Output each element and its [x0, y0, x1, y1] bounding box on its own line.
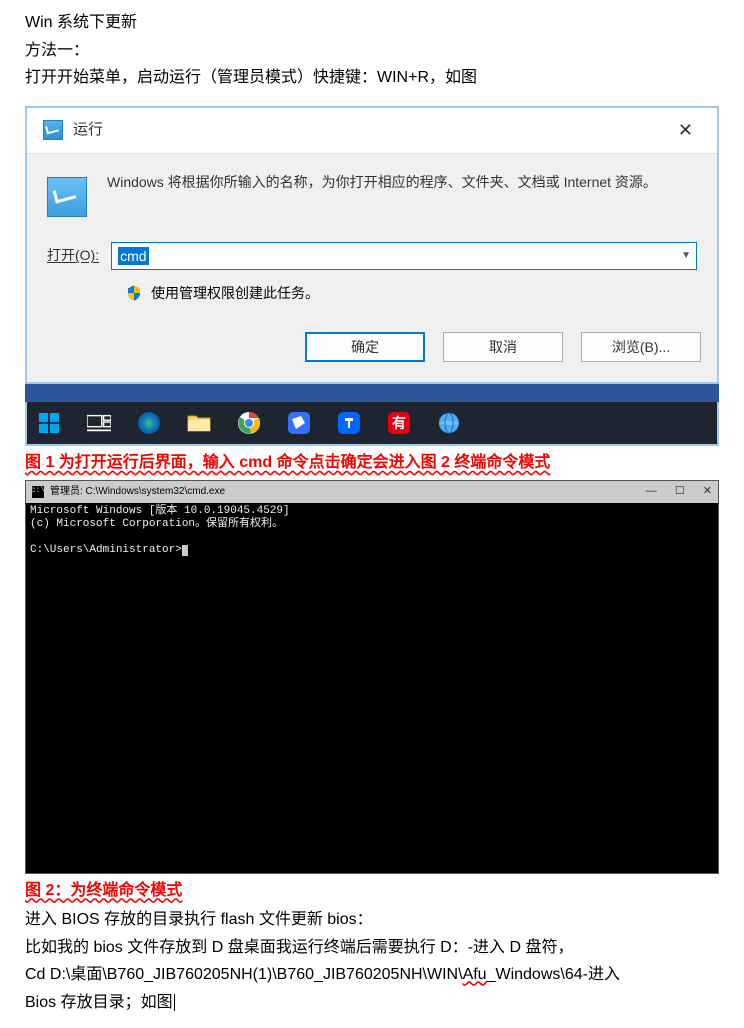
run-icon-large — [47, 177, 87, 217]
ok-button[interactable]: 确定 — [305, 332, 425, 362]
chevron-down-icon[interactable]: ▼ — [681, 248, 691, 264]
start-icon[interactable] — [37, 411, 61, 435]
browse-button[interactable]: 浏览(B)... — [581, 332, 701, 362]
cancel-button[interactable]: 取消 — [443, 332, 563, 362]
run-icon — [43, 120, 63, 140]
open-input-value: cmd — [118, 247, 148, 265]
edge-icon[interactable] — [137, 411, 161, 435]
taskbar: 有 — [25, 402, 719, 446]
todesk-icon[interactable] — [337, 411, 361, 435]
maximize-icon[interactable]: ☐ — [675, 483, 685, 501]
figure-2-caption: 图 2：为终端命令模式 — [25, 878, 719, 904]
feishu-icon[interactable] — [287, 411, 311, 435]
svg-text:有: 有 — [392, 415, 406, 431]
run-titlebar: 运行 ✕ — [27, 108, 717, 154]
cmd-window: c:\ 管理员: C:\Windows\system32\cmd.exe — ☐… — [25, 480, 719, 874]
minimize-icon[interactable]: — — [646, 483, 657, 501]
open-combobox[interactable]: cmd ▼ — [111, 242, 697, 270]
youdao-icon[interactable]: 有 — [387, 411, 411, 435]
explorer-icon[interactable] — [187, 411, 211, 435]
doc-bios-instruction-2: 比如我的 bios 文件存放到 D 盘桌面我运行终端后需要执行 D：-进入 D … — [25, 935, 719, 961]
cmd-icon: c:\ — [32, 486, 44, 498]
run-description: Windows 将根据你所输入的名称，为你打开相应的程序、文件夹、文档或 Int… — [107, 172, 657, 193]
globe-icon[interactable] — [437, 411, 461, 435]
admin-text: 使用管理权限创建此任务。 — [151, 282, 319, 304]
run-dialog: 运行 ✕ Windows 将根据你所输入的名称，为你打开相应的程序、文件夹、文档… — [25, 106, 719, 384]
doc-bios-instruction-1: 进入 BIOS 存放的目录执行 flash 文件更新 bios： — [25, 907, 719, 933]
doc-method-label: 方法一： — [25, 38, 719, 64]
task-view-icon[interactable] — [87, 411, 111, 435]
close-icon[interactable]: ✕ — [703, 483, 712, 501]
chrome-icon[interactable] — [237, 411, 261, 435]
shield-icon — [125, 284, 143, 302]
figure-1-caption: 图 1 为打开运行后界面，输入 cmd 命令点击确定会进入图 2 终端命令模式 — [25, 450, 719, 476]
doc-heading: Win 系统下更新 — [25, 10, 719, 36]
cmd-output[interactable]: Microsoft Windows [版本 10.0.19045.4529] (… — [26, 503, 718, 873]
doc-bios-path: Cd D:\桌面\B760_JIB760205NH(1)\B760_JIB760… — [25, 962, 719, 988]
cmd-title: 管理员: C:\Windows\system32\cmd.exe — [50, 484, 225, 500]
doc-bios-instruction-3: Bios 存放目录；如图 — [25, 990, 719, 1016]
run-title: 运行 — [73, 118, 103, 142]
open-label: 打开(O): — [47, 244, 99, 266]
word-statusbar — [25, 384, 719, 402]
cmd-titlebar: c:\ 管理员: C:\Windows\system32\cmd.exe — ☐… — [26, 481, 718, 503]
close-icon[interactable]: ✕ — [670, 116, 701, 145]
doc-instruction: 打开开始菜单，启动运行（管理员模式）快捷键：WIN+R，如图 — [25, 65, 719, 91]
